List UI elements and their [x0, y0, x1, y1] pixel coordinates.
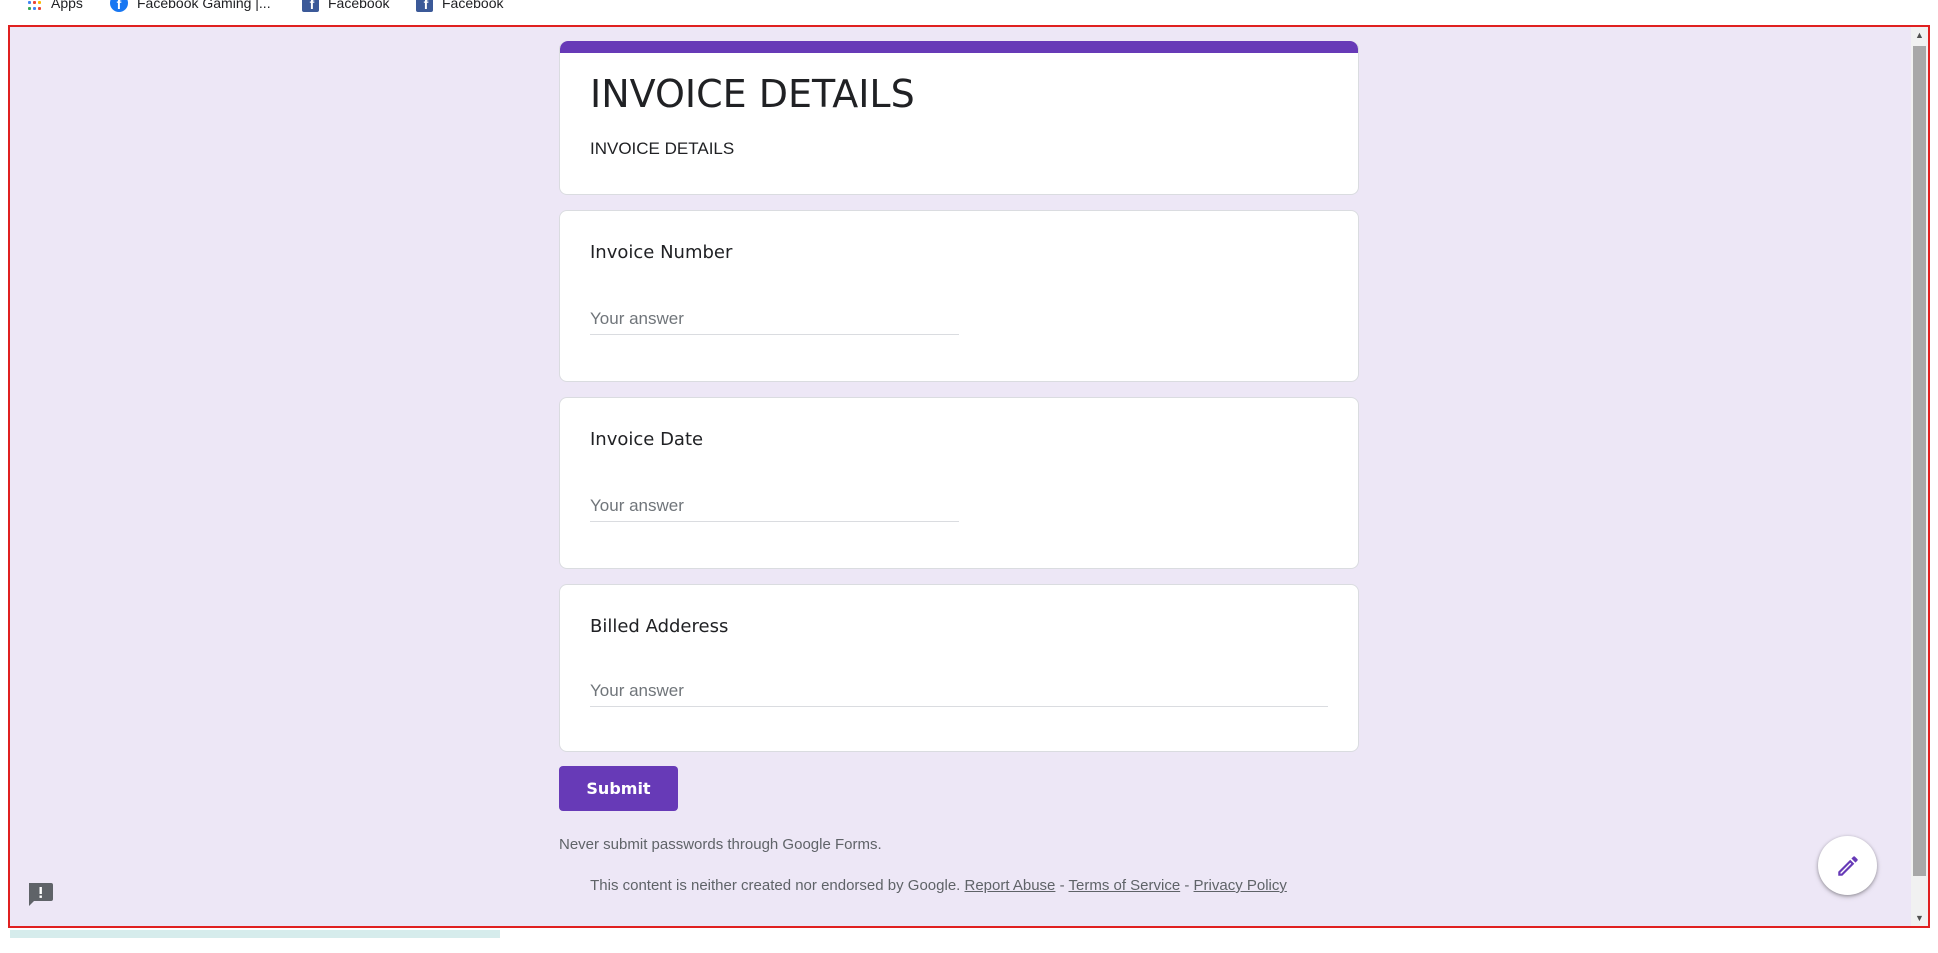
separator: -: [1059, 877, 1065, 894]
scroll-up-arrow-icon[interactable]: ▲: [1911, 27, 1928, 43]
billed-address-input[interactable]: [590, 675, 1328, 707]
edit-fab-button[interactable]: [1818, 836, 1877, 895]
accent-bar: [560, 41, 1358, 53]
bookmark-label: Facebook: [328, 0, 390, 11]
report-issue-icon[interactable]: [26, 881, 54, 907]
vertical-scrollbar[interactable]: ▲ ▼: [1911, 27, 1928, 926]
form-page: INVOICE DETAILS INVOICE DETAILS Invoice …: [8, 25, 1930, 928]
invoice-number-input[interactable]: [590, 303, 959, 335]
question-label: Billed Adderess: [590, 616, 729, 637]
disclaimer-text: This content is neither created nor endo…: [590, 877, 961, 894]
submit-button[interactable]: Submit: [559, 766, 678, 811]
scroll-down-arrow-icon[interactable]: ▼: [1911, 910, 1928, 926]
form-container: INVOICE DETAILS INVOICE DETAILS Invoice …: [559, 41, 1359, 853]
question-invoice-date: Invoice Date: [559, 397, 1359, 569]
apps-grid-icon: [28, 0, 42, 10]
question-label: Invoice Number: [590, 242, 733, 263]
privacy-link[interactable]: Privacy Policy: [1194, 877, 1287, 894]
form-title: INVOICE DETAILS: [590, 72, 915, 116]
facebook-square-icon: f: [302, 0, 319, 12]
question-invoice-number: Invoice Number: [559, 210, 1359, 382]
facebook-square-icon: f: [416, 0, 433, 12]
bookmarks-bar: Apps f Facebook Gaming |... f Facebook f…: [0, 0, 1938, 22]
bookmark-label: Apps: [51, 0, 83, 11]
bookmark-facebook-gaming[interactable]: f Facebook Gaming |...: [110, 0, 271, 13]
form-header-card: INVOICE DETAILS INVOICE DETAILS: [559, 41, 1359, 195]
bookmark-label: Facebook Gaming |...: [137, 0, 271, 11]
terms-link[interactable]: Terms of Service: [1068, 877, 1180, 894]
separator: -: [1184, 877, 1190, 894]
bookmark-facebook-1[interactable]: f Facebook: [302, 0, 389, 13]
question-billed-address: Billed Adderess: [559, 584, 1359, 752]
scrollbar-thumb[interactable]: [1913, 46, 1926, 876]
pencil-edit-icon: [1837, 855, 1858, 876]
bookmark-facebook-2[interactable]: f Facebook: [416, 0, 503, 13]
bookmark-apps[interactable]: Apps: [28, 0, 83, 13]
legal-footer: This content is neither created nor endo…: [10, 877, 1928, 894]
invoice-date-input[interactable]: [590, 490, 959, 522]
taskbar-edge: [0, 930, 1938, 953]
facebook-round-icon: f: [110, 0, 128, 12]
report-abuse-link[interactable]: Report Abuse: [965, 877, 1056, 894]
password-warning: Never submit passwords through Google Fo…: [559, 836, 882, 853]
form-description: INVOICE DETAILS: [590, 139, 735, 158]
question-label: Invoice Date: [590, 429, 704, 450]
bookmark-label: Facebook: [442, 0, 504, 11]
taskbar-tint: [10, 930, 500, 938]
